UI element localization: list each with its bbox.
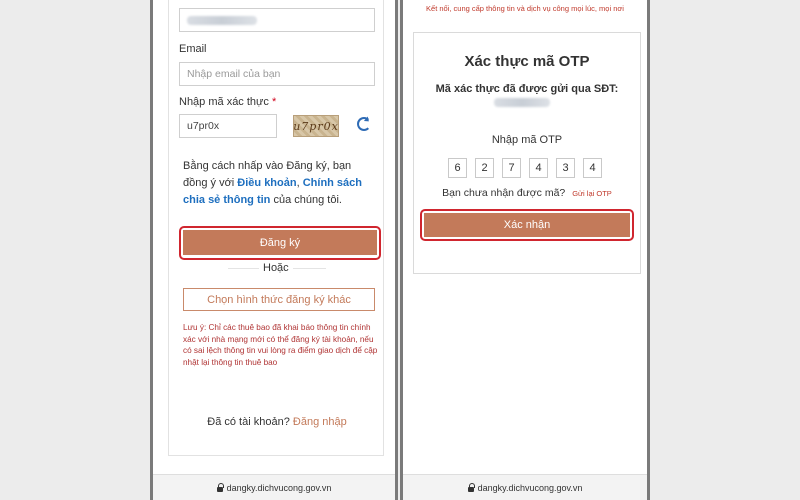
lock-icon	[216, 482, 224, 492]
email-input[interactable]: Nhập email của bạn	[179, 62, 375, 86]
otp-digit-1[interactable]: 6	[448, 158, 467, 178]
redacted-phone-number	[494, 98, 550, 107]
otp-subtitle: Mã xác thực đã được gửi qua SĐT:	[435, 83, 619, 95]
captcha-label-text: Nhập mã xác thực	[179, 96, 269, 108]
or-text: Hoặc	[259, 262, 293, 274]
alternative-signup-button[interactable]: Chọn hình thức đăng ký khác	[183, 288, 375, 311]
refresh-captcha-icon[interactable]	[357, 117, 371, 131]
url-text: dangky.dichvucong.gov.vn	[226, 482, 332, 493]
have-account-text: Đã có tài khoản?	[207, 416, 290, 428]
otp-card: Xác thực mã OTP Mã xác thực đã được gửi …	[413, 32, 641, 274]
not-received-text: Bạn chưa nhận được mã?	[442, 187, 566, 199]
confirm-button[interactable]: Xác nhận	[424, 213, 630, 237]
email-placeholder: Nhập email của bạn	[187, 68, 281, 80]
lock-icon	[467, 482, 475, 492]
registration-screen: Email Nhập email của bạn Nhập mã xác thự…	[150, 0, 398, 500]
email-label: Email	[179, 43, 207, 55]
otp-digit-2[interactable]: 2	[475, 158, 494, 178]
otp-digit-3[interactable]: 7	[502, 158, 521, 178]
otp-digit-inputs: 6 2 7 4 3 4	[448, 158, 602, 178]
otp-screen: Kết nối, cung cấp thông tin và dịch vụ c…	[400, 0, 650, 500]
otp-digit-4[interactable]: 4	[529, 158, 548, 178]
login-prompt: Đã có tài khoản? Đăng nhập	[153, 416, 395, 428]
resend-prompt: Bạn chưa nhận được mã? Gửi lại OTP	[414, 187, 640, 199]
captcha-input[interactable]: u7pr0x	[179, 114, 277, 138]
terms-link[interactable]: Điều khoản	[237, 177, 296, 189]
login-link[interactable]: Đăng nhập	[293, 416, 347, 428]
otp-title: Xác thực mã OTP	[464, 53, 590, 70]
site-tagline: Kết nối, cung cấp thông tin và dịch vụ c…	[426, 4, 624, 13]
url-text: dangky.dichvucong.gov.vn	[477, 482, 583, 493]
otp-input-label: Nhập mã OTP	[491, 134, 563, 146]
register-button[interactable]: Đăng ký	[183, 230, 377, 255]
captcha-label: Nhập mã xác thực *	[179, 96, 276, 108]
redacted-phone-number	[187, 15, 257, 25]
otp-digit-6[interactable]: 4	[583, 158, 602, 178]
subscriber-note: Lưu ý: Chỉ các thuê bao đã khai báo thôn…	[183, 323, 378, 367]
captcha-input-value: u7pr0x	[187, 120, 220, 132]
captcha-image: u7pr0x	[293, 115, 339, 137]
resend-otp-link[interactable]: Gửi lại OTP	[572, 189, 612, 198]
browser-url-bar: dangky.dichvucong.gov.vn	[403, 474, 647, 500]
required-mark: *	[271, 96, 277, 108]
browser-url-bar: dangky.dichvucong.gov.vn	[153, 474, 395, 500]
otp-digit-5[interactable]: 3	[556, 158, 575, 178]
terms-suffix: của chúng tôi.	[270, 194, 342, 206]
terms-text: Bằng cách nhấp vào Đăng ký, bạn đồng ý v…	[183, 158, 378, 209]
phone-number-field[interactable]	[179, 8, 375, 32]
